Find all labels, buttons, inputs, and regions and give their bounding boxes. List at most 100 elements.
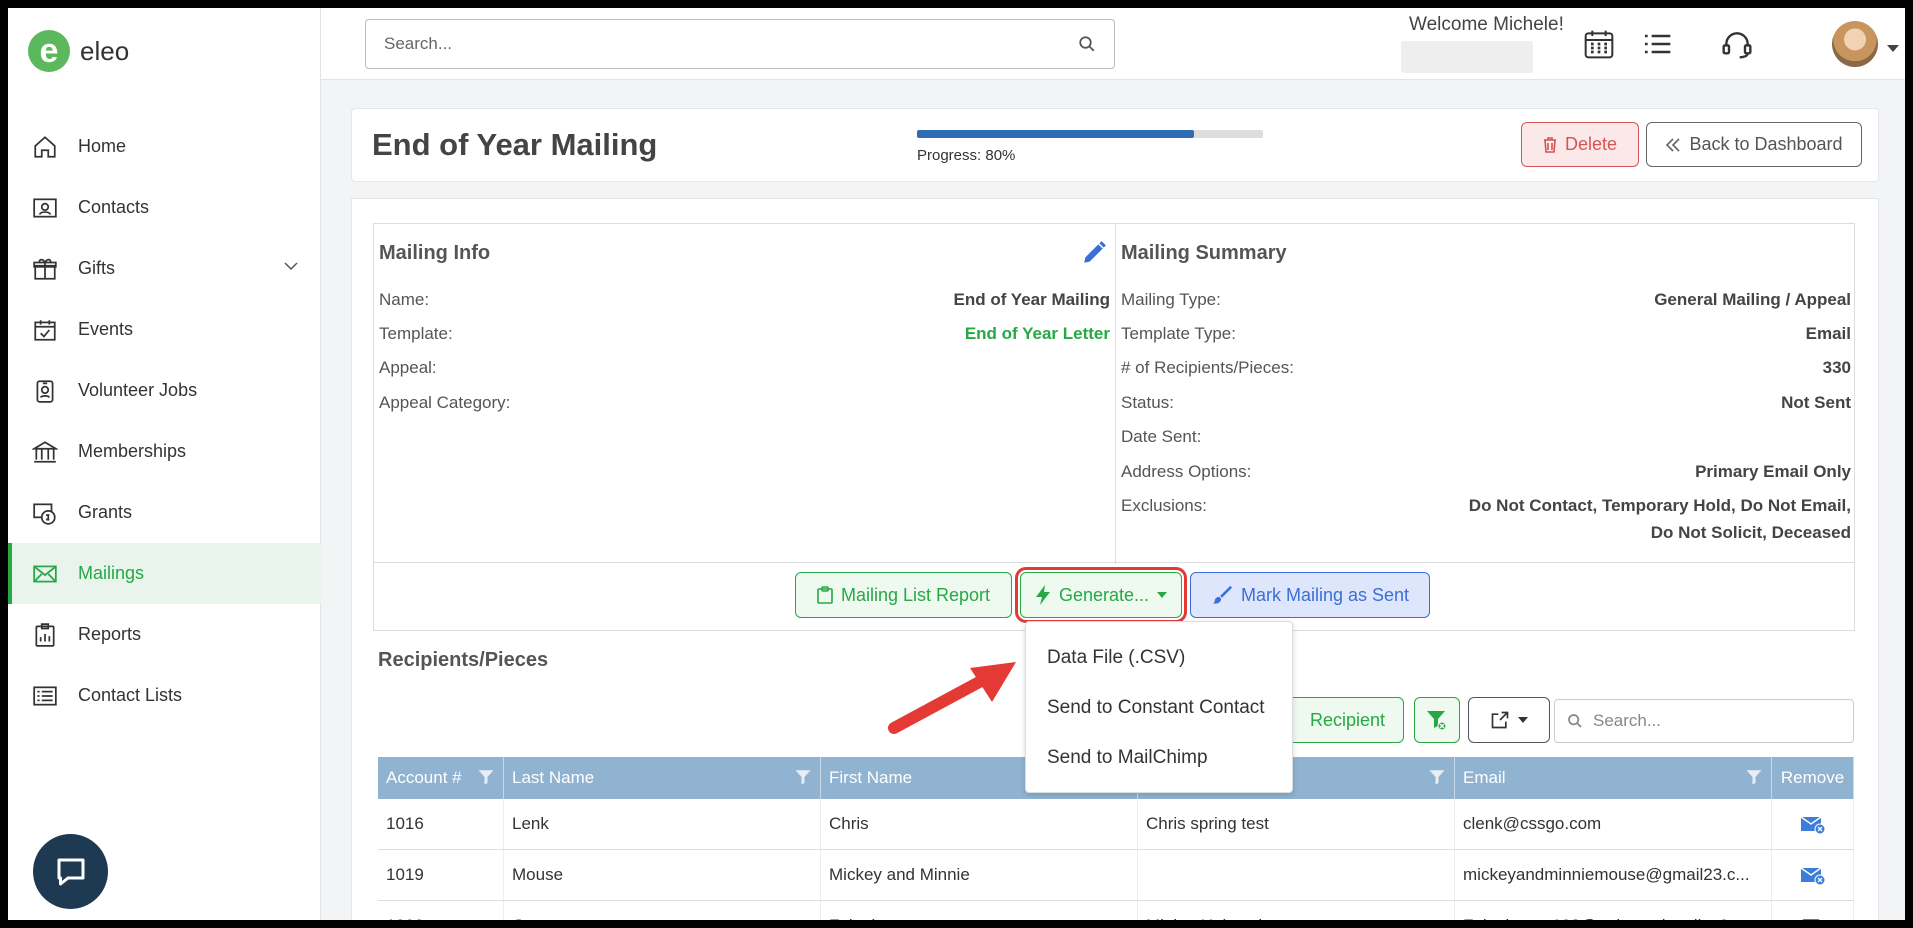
- row-value: Not Sent: [1781, 393, 1851, 412]
- button-label: Mailing List Report: [840, 584, 991, 605]
- table-row[interactable]: 1016 Lenk Chris Chris spring test clenk@…: [378, 799, 1854, 850]
- generate-dropdown-button[interactable]: Generate...: [1015, 567, 1187, 623]
- row-value: Do Not Solicit, Deceased: [1650, 523, 1851, 542]
- gift-icon: [30, 254, 60, 284]
- page-header: End of Year Mailing Progress: 80% Delete…: [351, 108, 1879, 182]
- row-label: Mailing Type:: [1121, 290, 1221, 309]
- cell-email: mickeyandminniemouse@gmail23.c...: [1455, 850, 1772, 900]
- logo[interactable]: e eleo: [28, 30, 129, 72]
- sidebar-item-contacts[interactable]: Contacts: [8, 177, 321, 238]
- mailing-detail-card: Mailing Info Name: End of Year Mailing Te…: [351, 198, 1879, 920]
- search-input[interactable]: Search...: [365, 19, 1115, 69]
- row-label: # of Recipients/Pieces:: [1121, 358, 1294, 377]
- clear-filter-button[interactable]: [1414, 697, 1460, 743]
- sidebar-item-home[interactable]: Home: [8, 116, 321, 177]
- annotation-arrow: [888, 662, 1016, 734]
- row-value: General Mailing / Appeal: [1654, 290, 1851, 309]
- info-row-appeal-category: Appeal Category:: [379, 393, 1110, 413]
- trash-icon: [1543, 136, 1556, 153]
- template-link[interactable]: End of Year Letter: [965, 324, 1110, 344]
- cell-email: clenk@cssgo.com: [1455, 799, 1772, 849]
- sidebar-item-label: Events: [78, 319, 134, 339]
- sidebar-item-mailings[interactable]: Mailings: [8, 543, 321, 604]
- sidebar-item-label: Reports: [78, 624, 142, 644]
- caret-down-icon: [1518, 717, 1528, 723]
- row-value: End of Year Mailing: [953, 290, 1111, 309]
- edit-pencil-icon[interactable]: [1081, 240, 1107, 271]
- generate-dropdown-menu: Data File (.CSV) Send to Constant Contac…: [1025, 621, 1293, 793]
- column-label: Last Name: [512, 768, 595, 787]
- row-label: Template Type:: [1121, 324, 1236, 343]
- page-title: End of Year Mailing: [372, 127, 658, 162]
- mark-mailing-as-sent-button[interactable]: Mark Mailing as Sent: [1190, 572, 1430, 618]
- column-header[interactable]: Account #: [378, 757, 504, 799]
- back-to-dashboard-button[interactable]: Back to Dashboard: [1646, 122, 1862, 167]
- chat-widget-button[interactable]: [33, 834, 108, 909]
- brush-icon: [1212, 585, 1233, 604]
- list-icon: [30, 681, 60, 711]
- export-icon: [1491, 711, 1509, 729]
- sidebar-item-volunteer-jobs[interactable]: Volunteer Jobs: [8, 360, 321, 421]
- chevron-down-icon[interactable]: [283, 258, 299, 279]
- cell-organization: Chris spring test: [1138, 799, 1455, 849]
- cell-organization: Minion University: [1138, 901, 1455, 920]
- contacts-icon: [30, 193, 60, 223]
- summary-row: Exclusions: Do Not Contact, Temporary Hol…: [1121, 496, 1851, 516]
- search-icon: [1568, 714, 1582, 728]
- sidebar-item-reports[interactable]: Reports: [8, 604, 321, 665]
- sidebar-item-label: Volunteer Jobs: [78, 380, 198, 400]
- logo-text: eleo: [80, 35, 130, 66]
- remove-recipient-icon[interactable]: [1772, 799, 1854, 849]
- mailing-list-report-button[interactable]: Mailing List Report: [795, 572, 1012, 618]
- row-label: Name:: [379, 290, 430, 309]
- progress-text: Progress: 80%: [917, 147, 1016, 164]
- sidebar-item-grants[interactable]: Grants: [8, 482, 321, 543]
- sidebar-item-gifts[interactable]: Gifts: [8, 238, 321, 299]
- blurred-username: [1401, 41, 1533, 73]
- search-icon[interactable]: [1078, 35, 1096, 53]
- home-icon: [30, 132, 60, 162]
- sidebar-item-contact-lists[interactable]: Contact Lists: [8, 665, 321, 726]
- calendar-grid-icon[interactable]: [1583, 28, 1615, 65]
- sidebar-item-memberships[interactable]: Memberships: [8, 421, 321, 482]
- filter-icon[interactable]: [794, 768, 812, 791]
- sidebar-item-events[interactable]: Events: [8, 299, 321, 360]
- column-header[interactable]: Last Name: [504, 757, 821, 799]
- sidebar-item-label: Contacts: [78, 197, 150, 217]
- cell-first-name: Chris: [821, 799, 1138, 849]
- avatar[interactable]: [1832, 21, 1878, 67]
- menu-item-send-to-constant-contact[interactable]: Send to Constant Contact: [1026, 683, 1292, 733]
- row-label: Appeal:: [379, 358, 437, 377]
- filter-icon[interactable]: [1745, 768, 1763, 791]
- delete-label: Delete: [1564, 134, 1618, 154]
- welcome-text: Welcome Michele!: [1409, 14, 1564, 35]
- delete-button[interactable]: Delete: [1521, 122, 1639, 167]
- menu-item-data-file-csv[interactable]: Data File (.CSV): [1026, 633, 1292, 683]
- menu-item-send-to-mailchimp[interactable]: Send to MailChimp: [1026, 733, 1292, 783]
- sidebar-item-label: Contact Lists: [78, 685, 183, 705]
- table-row[interactable]: 1022 Gru Felonius Minion University Felo…: [378, 901, 1854, 920]
- column-header[interactable]: Email: [1455, 757, 1772, 799]
- sidebar-item-label: Home: [78, 136, 127, 156]
- table-search-input[interactable]: Search...: [1554, 699, 1854, 743]
- row-label: Date Sent:: [1121, 427, 1202, 446]
- cell-last-name: Lenk: [504, 799, 821, 849]
- add-recipient-button[interactable]: Recipient: [1292, 697, 1404, 743]
- remove-recipient-icon[interactable]: [1772, 901, 1854, 920]
- cell-first-name: Felonius: [821, 901, 1138, 920]
- caret-down-icon[interactable]: [1887, 40, 1899, 58]
- filter-icon[interactable]: [1428, 768, 1446, 791]
- remove-recipient-icon[interactable]: [1772, 850, 1854, 900]
- table-row[interactable]: 1019 Mouse Mickey and Minnie mickeyandmi…: [378, 850, 1854, 901]
- mailing-info-section: Mailing Info Name: End of Year Mailing Te…: [374, 224, 1116, 564]
- double-chevron-left-icon: [1666, 137, 1681, 152]
- export-dropdown-button[interactable]: [1468, 697, 1550, 743]
- logo-mark: e: [28, 30, 70, 72]
- badge-icon: [30, 376, 60, 406]
- filter-icon[interactable]: [477, 768, 495, 791]
- task-list-icon[interactable]: [1641, 28, 1673, 65]
- row-value: Email: [1805, 324, 1851, 343]
- row-value: 330: [1822, 358, 1851, 377]
- search-placeholder: Search...: [384, 34, 453, 53]
- headset-icon[interactable]: [1721, 28, 1753, 65]
